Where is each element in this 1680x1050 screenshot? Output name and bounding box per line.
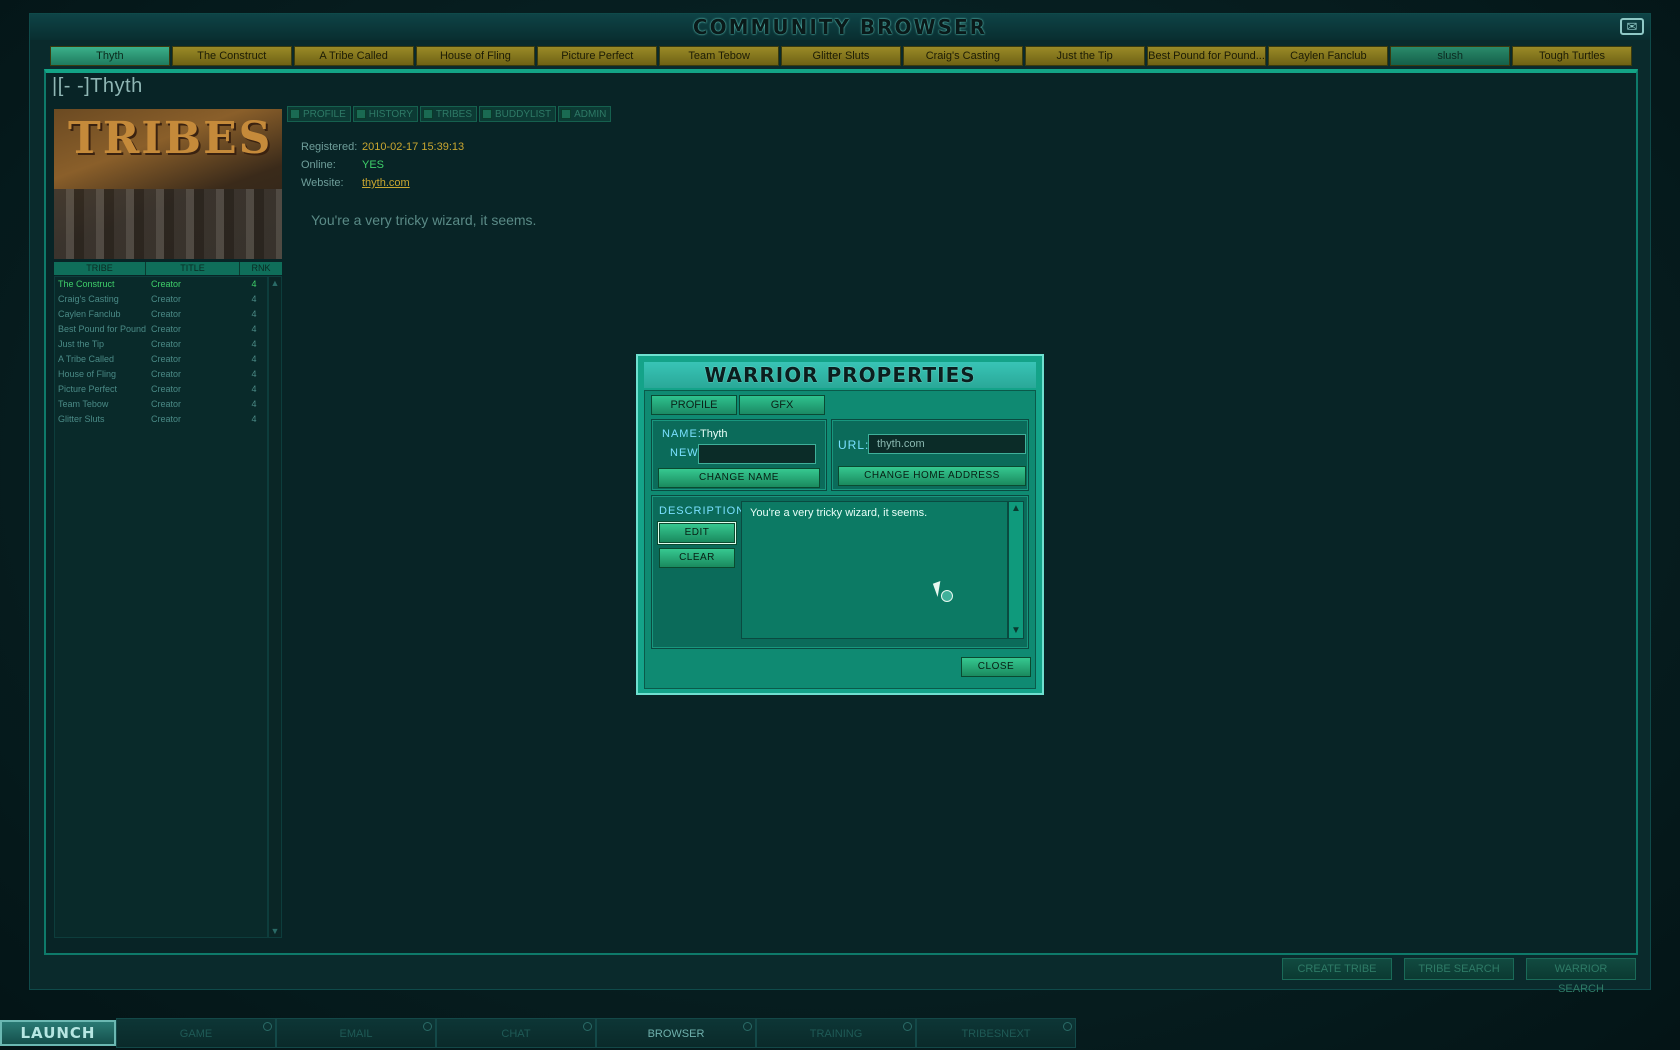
tab-profile[interactable]: PROFILE <box>651 395 737 415</box>
taskbar: LAUNCH GAME EMAIL CHAT BROWSER TRAINING … <box>0 1016 1085 1050</box>
change-name-button[interactable]: CHANGE NAME <box>658 468 820 488</box>
online-label: Online: <box>301 159 336 171</box>
subtab-profile[interactable]: PROFILE <box>287 106 351 122</box>
url-panel: URL: thyth.com CHANGE HOME ADDRESS <box>831 419 1029 491</box>
registered-value: 2010-02-17 15:39:13 <box>362 141 465 153</box>
url-label: URL: <box>838 438 870 452</box>
close-dot-icon[interactable] <box>743 1022 752 1031</box>
checkbox-icon <box>422 109 433 119</box>
subtab-admin[interactable]: ADMIN <box>558 106 612 122</box>
name-panel: NAME: Thyth NEW: CHANGE NAME <box>651 419 827 491</box>
create-tribe-button[interactable]: CREATE TRIBE <box>1282 958 1392 980</box>
player-portrait: TRIBES <box>54 109 282 259</box>
tab-best-pound[interactable]: Best Pound for Pound... <box>1146 46 1267 66</box>
close-icon[interactable]: ✉ <box>1620 18 1644 35</box>
website-link[interactable]: thyth.com <box>362 177 410 195</box>
tab-craigs-casting[interactable]: Craig's Casting <box>902 46 1023 66</box>
table-row[interactable]: Picture Perfect Creator 4 <box>55 382 267 397</box>
tab-tough-turtles[interactable]: Tough Turtles <box>1512 46 1632 66</box>
task-email[interactable]: EMAIL <box>276 1018 436 1048</box>
profile-motto: You're a very tricky wizard, it seems. <box>311 212 537 228</box>
col-rank[interactable]: RNK <box>240 262 282 275</box>
tab-team-tebow[interactable]: Team Tebow <box>659 46 780 66</box>
task-game[interactable]: GAME <box>116 1018 276 1048</box>
new-name-input[interactable] <box>698 444 816 464</box>
website-label: Website: <box>301 177 344 189</box>
tab-the-construct[interactable]: The Construct <box>171 46 292 66</box>
table-row[interactable]: A Tribe Called Creator 4 <box>55 352 267 367</box>
tab-a-tribe-called[interactable]: A Tribe Called <box>293 46 414 66</box>
table-row[interactable]: House of Fling Creator 4 <box>55 367 267 382</box>
close-dot-icon[interactable] <box>903 1022 912 1031</box>
profile-info: Registered: 2010-02-17 15:39:13 Online: YE… <box>301 141 464 195</box>
col-title[interactable]: TITLE <box>146 262 240 275</box>
name-label: NAME: <box>662 428 702 440</box>
description-label: DESCRIPTION: <box>659 505 750 517</box>
checkbox-icon <box>290 109 300 119</box>
table-row[interactable]: Best Pound for Pound Creator 4 <box>55 322 267 337</box>
close-dot-icon[interactable] <box>1063 1022 1072 1031</box>
tribe-tabs: Thyth The Construct A Tribe Called House… <box>50 46 1632 66</box>
dialog-title: WARRIOR PROPERTIES <box>644 362 1036 388</box>
edit-button[interactable]: EDIT <box>659 523 735 543</box>
dialog-body: PROFILE GFX NAME: Thyth NEW: CHANGE NAME… <box>644 390 1036 689</box>
name-value: Thyth <box>700 428 728 440</box>
table-row[interactable]: Team Tebow Creator 4 <box>55 397 267 412</box>
tab-just-the-tip[interactable]: Just the Tip <box>1024 46 1145 66</box>
description-text[interactable]: You're a very tricky wizard, it seems. <box>741 501 1008 639</box>
table-row[interactable]: Craig's Casting Creator 4 <box>55 292 267 307</box>
scroll-up-icon[interactable]: ▲ <box>269 277 281 289</box>
clear-button[interactable]: CLEAR <box>659 548 735 568</box>
bottom-buttons: CREATE TRIBE TRIBE SEARCH WARRIOR SEARCH <box>1282 958 1636 995</box>
close-dot-icon[interactable] <box>423 1022 432 1031</box>
warrior-properties-dialog: WARRIOR PROPERTIES PROFILE GFX NAME: Thy… <box>636 354 1044 695</box>
task-tribesnext[interactable]: TRIBESNEXT <box>916 1018 1076 1048</box>
busy-clock-icon <box>941 590 953 602</box>
table-row[interactable]: Glitter Sluts Creator 4 <box>55 412 267 427</box>
tab-slush[interactable]: slush <box>1390 46 1511 66</box>
change-home-address-button[interactable]: CHANGE HOME ADDRESS <box>838 466 1026 486</box>
profile-title: |[- -]Thyth <box>52 75 143 97</box>
warrior-search-button[interactable]: WARRIOR SEARCH <box>1526 958 1636 995</box>
tab-gfx[interactable]: GFX <box>739 395 825 415</box>
task-browser[interactable]: BROWSER <box>596 1018 756 1048</box>
tab-picture-perfect[interactable]: Picture Perfect <box>537 46 658 66</box>
tribe-list: The Construct Creator 4 Craig's Casting Cre… <box>54 276 268 938</box>
registered-label: Registered: <box>301 141 358 153</box>
tab-caylen-fanclub[interactable]: Caylen Fanclub <box>1268 46 1389 66</box>
checkbox-icon <box>482 109 493 119</box>
task-training[interactable]: TRAINING <box>756 1018 916 1048</box>
online-value: YES <box>362 159 385 171</box>
scroll-up-icon[interactable]: ▲ <box>1009 502 1023 516</box>
tab-house-of-fling[interactable]: House of Fling <box>415 46 536 66</box>
col-tribe[interactable]: TRIBE <box>54 262 146 275</box>
table-row[interactable]: Just the Tip Creator 4 <box>55 337 267 352</box>
subtab-history[interactable]: HISTORY <box>352 106 418 122</box>
portrait-figures <box>54 189 282 259</box>
tab-glitter-sluts[interactable]: Glitter Sluts <box>781 46 901 66</box>
profile-subtabs: PROFILE HISTORY TRIBES BUDDYLIST ADMIN <box>287 106 612 122</box>
tribe-list-scrollbar[interactable]: ▲ ▼ <box>268 276 282 938</box>
close-dot-icon[interactable] <box>263 1022 272 1031</box>
close-button[interactable]: CLOSE <box>961 657 1031 677</box>
close-dot-icon[interactable] <box>583 1022 592 1031</box>
tab-thyth[interactable]: Thyth <box>50 46 170 66</box>
checkbox-icon <box>355 109 366 119</box>
scroll-down-icon[interactable]: ▼ <box>1009 624 1023 638</box>
tribe-search-button[interactable]: TRIBE SEARCH <box>1404 958 1514 980</box>
description-scrollbar[interactable]: ▲ ▼ <box>1008 501 1024 639</box>
scroll-down-icon[interactable]: ▼ <box>269 925 281 937</box>
tribes-logo: TRIBES <box>68 113 273 164</box>
checkbox-icon <box>561 109 572 119</box>
table-row[interactable]: Caylen Fanclub Creator 4 <box>55 307 267 322</box>
window-title: COMMUNITY BROWSER <box>30 14 1650 40</box>
task-chat[interactable]: CHAT <box>436 1018 596 1048</box>
url-field[interactable]: thyth.com <box>868 434 1026 454</box>
subtab-buddylist[interactable]: BUDDYLIST <box>479 106 557 122</box>
table-row[interactable]: The Construct Creator 4 <box>55 277 267 292</box>
subtab-tribes[interactable]: TRIBES <box>419 106 478 122</box>
launch-button[interactable]: LAUNCH <box>0 1020 116 1046</box>
tribe-table-header: TRIBE TITLE RNK <box>54 262 282 275</box>
